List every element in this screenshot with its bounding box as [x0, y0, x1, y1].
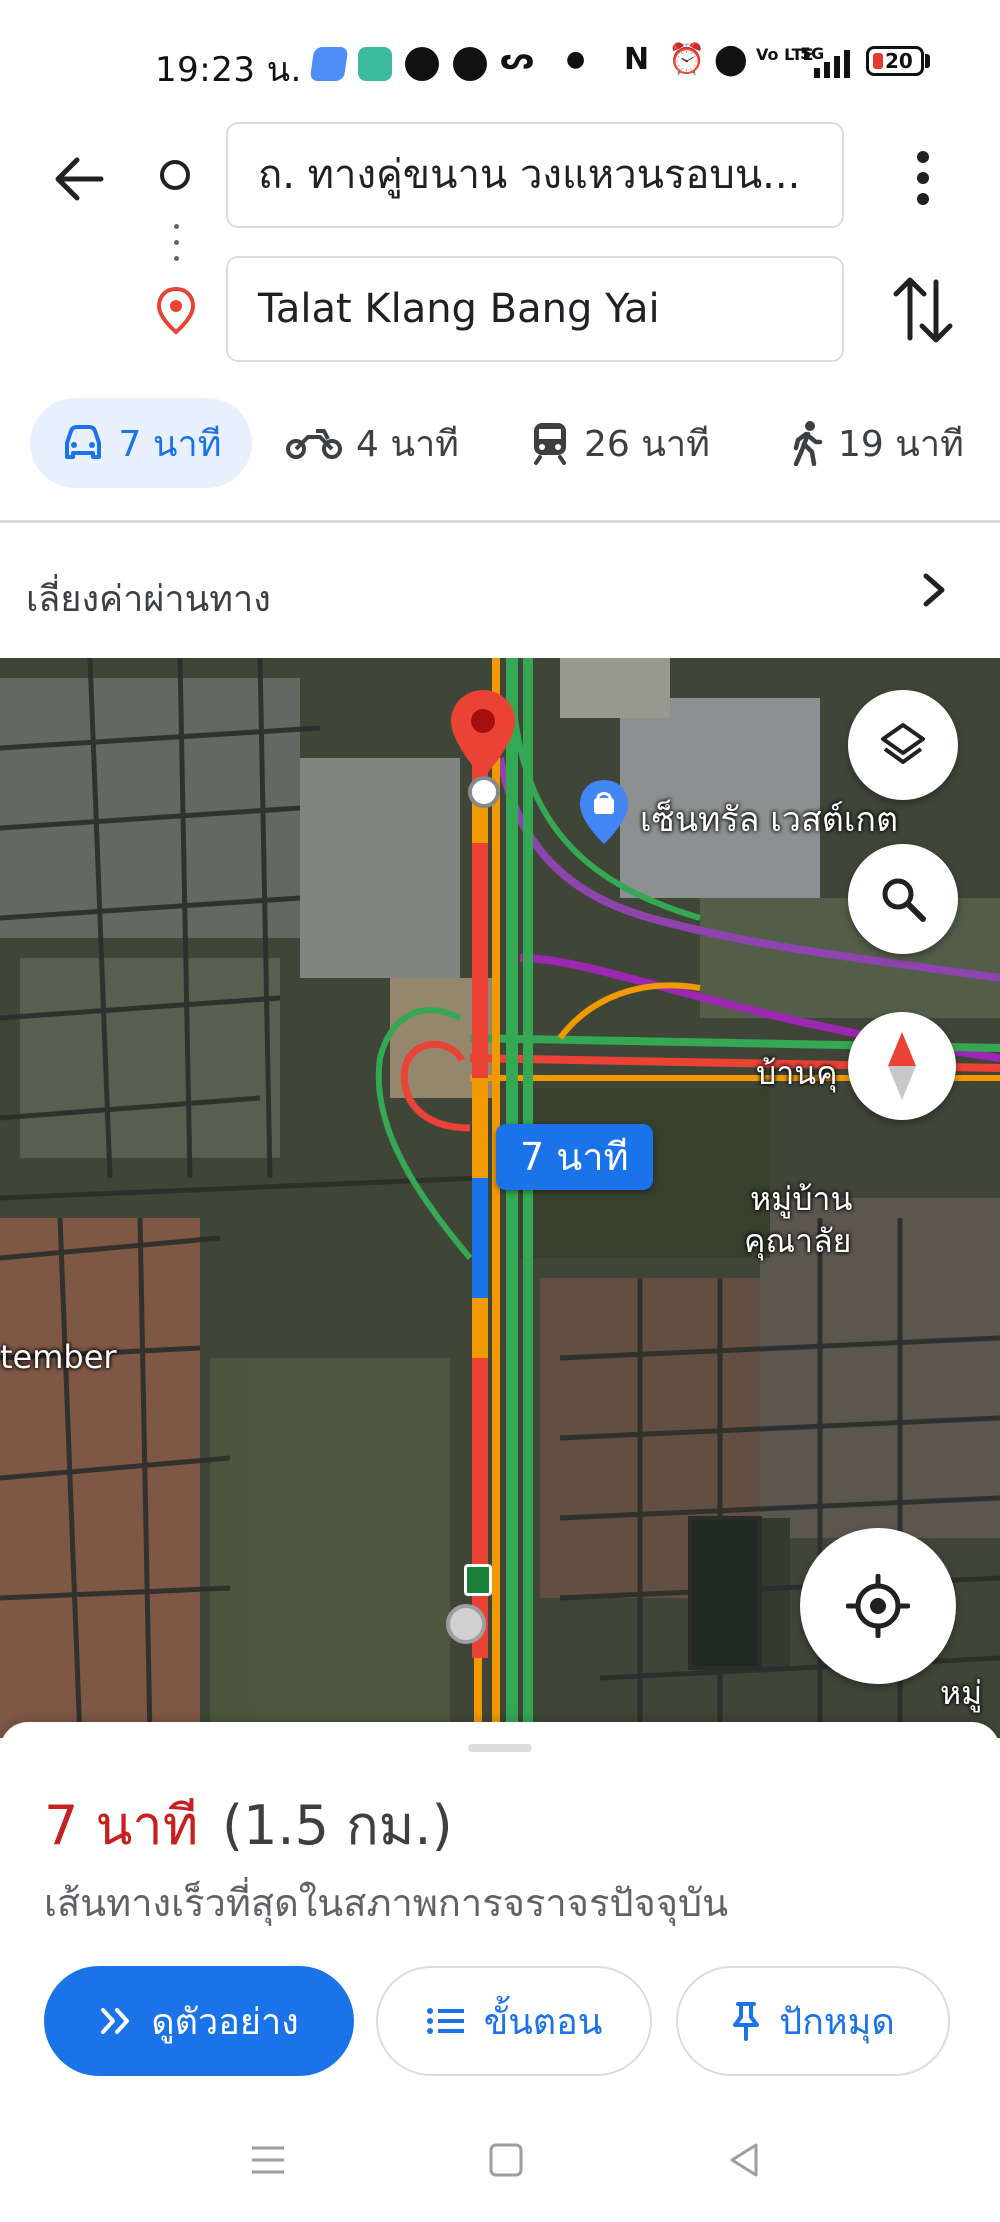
pin-button[interactable]: ปักหมุด	[676, 1966, 950, 2076]
tab-walk-time: 19 นาที	[838, 423, 964, 465]
double-chevron-right-icon	[101, 2008, 130, 2034]
status-time: 19:23 น.	[155, 50, 302, 90]
location-icon: ⬤	[714, 42, 748, 77]
destination-field[interactable]: Talat Klang Bang Yai	[226, 256, 844, 362]
app-notification-icon	[309, 47, 349, 81]
tab-drive-time: 7 นาที	[118, 423, 222, 465]
my-location-button[interactable]	[800, 1528, 956, 1684]
battery-level-fill	[873, 53, 884, 69]
swap-vert-icon	[893, 277, 953, 343]
route-description: เส้นทางเร็วที่สุดในสภาพการจราจรปัจจุบัน	[44, 1881, 729, 1925]
route-dot	[174, 256, 179, 261]
drag-handle[interactable]	[468, 1744, 532, 1752]
tab-drive[interactable]: 7 นาที	[30, 398, 252, 488]
back-nav-icon[interactable]	[724, 2140, 764, 2180]
destination-pin-icon	[155, 286, 197, 340]
map-label: tember	[0, 1338, 117, 1376]
motorcycle-icon	[286, 429, 342, 459]
map-label: คุณาลัย	[744, 1222, 852, 1260]
place-label[interactable]: เซ็นทรัล เวสต์เกต	[640, 792, 898, 846]
my-location-icon	[846, 1574, 910, 1638]
pin-icon	[733, 2002, 760, 2041]
tab-motorcycle-time: 4 นาที	[356, 423, 459, 465]
route-time: 7 นาที	[44, 1794, 199, 1857]
list-icon	[426, 2008, 464, 2034]
shopping-place-icon[interactable]	[578, 778, 630, 848]
destination-marker-icon	[451, 690, 515, 778]
car-icon	[64, 425, 101, 459]
avoid-tolls-label: เลี่ยงค่าผ่านทาง	[26, 579, 271, 620]
route-end-circle	[468, 776, 500, 808]
signal-icon	[812, 48, 856, 82]
more-vert-icon	[917, 151, 929, 205]
steps-button[interactable]: ขั้นตอน	[376, 1966, 652, 2076]
alarm-icon: ⏰	[668, 42, 706, 77]
origin-circle-icon	[160, 160, 190, 190]
avoid-tolls-option[interactable]: เลี่ยงค่าผ่านทาง	[0, 540, 1000, 644]
tab-motorcycle[interactable]: 4 นาที	[286, 398, 459, 488]
nfc-icon: N	[624, 42, 650, 77]
tab-transit-time: 26 นาที	[584, 423, 710, 465]
battery-level-text: 20	[885, 49, 913, 73]
tab-transit[interactable]: 26 นาที	[530, 398, 710, 488]
system-navigation-bar	[0, 2110, 1000, 2222]
menu-icon[interactable]	[248, 2140, 288, 2180]
pin-button-label: ปักหมุด	[779, 2001, 895, 2043]
battery-tip	[925, 54, 930, 68]
preview-button-label: ดูตัวอย่าง	[151, 2001, 299, 2043]
divider	[0, 520, 1000, 523]
fuel-station-icon	[464, 1564, 492, 1596]
route-distance: (1.5 กม.)	[222, 1794, 453, 1857]
map-label: บ้านคุ	[756, 1054, 838, 1092]
origin-field[interactable]: ถ. ทางคู่ขนาน วงแหวนรอบน...	[226, 122, 844, 228]
search-along-route-button[interactable]	[848, 844, 958, 954]
preview-button[interactable]: ดูตัวอย่าง	[44, 1966, 354, 2076]
compass-button[interactable]	[848, 1012, 956, 1120]
route-duration-badge[interactable]: 7 นาที	[496, 1124, 653, 1190]
pinterest-icon	[405, 47, 439, 81]
route-start-circle	[446, 1604, 486, 1644]
swap-directions-button[interactable]	[880, 270, 966, 350]
sync-icon: ᔕ	[500, 42, 535, 77]
layers-icon	[881, 723, 925, 764]
battery-icon: 20	[866, 46, 924, 76]
chevron-right-icon	[923, 573, 945, 607]
tab-walk[interactable]: 19 นาที	[790, 398, 964, 488]
app-badge-icon	[453, 47, 487, 81]
map-view[interactable]: เซ็นทรัล เวสต์เกต บ้านคุ หมู่บ้าน คุณาลั…	[0, 658, 1000, 1738]
layers-button[interactable]	[848, 690, 958, 800]
search-icon	[882, 878, 926, 922]
calculator-notification-icon	[358, 47, 392, 81]
more-notifications-dot-icon: ●	[566, 47, 586, 72]
train-icon	[534, 423, 566, 465]
route-dot	[174, 240, 179, 245]
steps-button-label: ขั้นตอน	[483, 2001, 603, 2043]
arrow-back-icon	[55, 157, 104, 201]
map-label: หมู่	[940, 1674, 983, 1712]
more-options-button[interactable]	[890, 135, 956, 221]
back-button[interactable]	[40, 140, 118, 218]
home-icon[interactable]	[486, 2140, 526, 2180]
status-bar: 19:23 น. ᔕ ● N ⏰ ⬤ Vo LTE 5G 20	[0, 0, 1000, 120]
route-dot	[174, 224, 179, 229]
compass-icon	[888, 1032, 916, 1100]
walking-icon	[793, 421, 823, 466]
travel-mode-tabs: 7 นาที 4 นาที 26 นาที 19 นาที	[0, 394, 1000, 494]
